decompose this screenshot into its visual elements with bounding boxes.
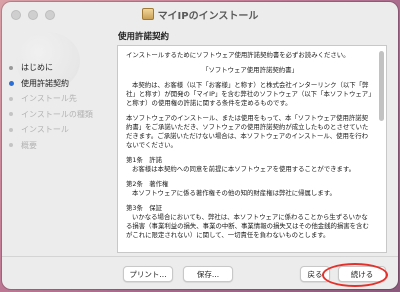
sidebar: はじめに 使用許諾契約 インストール先 インストールの種類 インストール 概要 <box>2 26 110 256</box>
step-introduction: はじめに <box>6 60 93 76</box>
step-bullet-icon <box>9 112 13 117</box>
article-heading: 第2条 著作権 <box>126 180 169 188</box>
continue-highlight-circle <box>322 263 388 287</box>
article-body: 本ソフトウェアに係る著作権その他の知的財産権は弊社に帰属します。 <box>132 189 336 197</box>
article-body: お客様は本契約への同意を前提に本ソフトウェアを使用することができます。 <box>132 165 356 173</box>
license-paragraph: 本ソフトウェアのインストール、または使用をもって、本「ソフトウェア使用許諾契約書… <box>126 114 369 149</box>
title-bar: マイIPのインストール <box>2 2 398 26</box>
save-button[interactable]: 保存... <box>183 266 233 282</box>
license-document: インストールするためにソフトウェア使用許諾契約書を必ずお読みください。 「ソフト… <box>118 46 386 240</box>
license-doc-title: 「ソフトウェア使用許諾契約書」 <box>202 66 298 74</box>
button-bar: プリント... 保存... 戻る 続ける <box>2 256 398 289</box>
step-license: 使用許諾契約 <box>6 76 93 92</box>
page-title: 使用許諾契約 <box>118 32 170 42</box>
license-text-area[interactable]: インストールするためにソフトウェア使用許諾契約書を必ずお読みください。 「ソフト… <box>117 45 387 253</box>
step-destination: インストール先 <box>6 91 93 107</box>
step-label: インストール先 <box>21 94 77 104</box>
step-label: はじめに <box>21 63 53 73</box>
window-title: マイIPのインストール <box>157 10 259 22</box>
article-heading: 第3条 保証 <box>126 204 163 212</box>
license-intro: インストールするためにソフトウェア使用許諾契約書を必ずお読みください。 <box>126 51 350 59</box>
article-heading: 第1条 許諾 <box>126 156 163 164</box>
step-label: インストール <box>21 125 69 135</box>
zoom-window-button[interactable] <box>45 10 55 20</box>
title-group: マイIPのインストール <box>141 7 259 22</box>
step-bullet-icon <box>9 65 13 70</box>
step-label: インストールの種類 <box>21 109 93 119</box>
license-paragraph: 本契約は、お客様（以下「お客様」と称す）と株式会社インターリンク（以下「弊社」と… <box>126 81 372 107</box>
step-bullet-icon <box>9 96 13 101</box>
package-icon <box>141 8 154 20</box>
step-installation: インストール <box>6 122 93 138</box>
step-summary: 概要 <box>6 138 93 154</box>
step-bullet-icon <box>8 80 14 86</box>
step-label: 使用許諾契約 <box>21 78 69 88</box>
print-button[interactable]: プリント... <box>123 266 173 282</box>
step-list: はじめに 使用許諾契約 インストール先 インストールの種類 インストール 概要 <box>6 60 93 153</box>
window-controls <box>11 10 55 20</box>
step-label: 概要 <box>21 140 37 150</box>
close-window-button[interactable] <box>11 10 21 20</box>
step-install-type: インストールの種類 <box>6 107 93 123</box>
article-body: いかなる場合においても、弊社は、本ソフトウェアに係わることから生ずるいかなる損害… <box>126 213 369 239</box>
step-bullet-icon <box>9 127 13 132</box>
installer-window: マイIPのインストール はじめに 使用許諾契約 インストール先 インストールの種… <box>2 2 398 289</box>
step-bullet-icon <box>9 143 13 148</box>
license-scrollbar[interactable] <box>379 51 384 121</box>
minimize-window-button[interactable] <box>28 10 38 20</box>
